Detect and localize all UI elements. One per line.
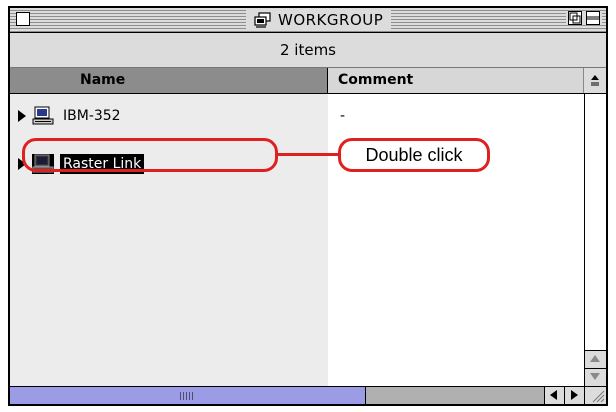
item-count-status: 2 items — [10, 33, 606, 68]
scroll-right-arrow-icon[interactable] — [564, 387, 584, 404]
computer-icon — [32, 106, 54, 125]
list-header: Name Comment — [10, 68, 606, 94]
horizontal-scroll-thumb[interactable] — [10, 387, 366, 404]
column-header-name[interactable]: Name — [10, 68, 328, 93]
list-item[interactable]: IBM-352 - — [10, 102, 584, 130]
window-title-text: WORKGROUP — [278, 11, 384, 29]
sort-direction-icon[interactable] — [584, 68, 606, 93]
close-box-icon[interactable] — [16, 12, 30, 26]
callout-connector — [278, 153, 340, 156]
scroll-grip-icon — [180, 392, 194, 400]
column-header-comment[interactable]: Comment — [328, 68, 584, 93]
finder-window: WORKGROUP 2 items Name Comment IBM-352 -… — [8, 6, 608, 406]
highlight-ring — [22, 138, 278, 172]
resize-grip-icon[interactable] — [584, 386, 606, 404]
scroll-left-arrow-icon[interactable] — [544, 387, 564, 404]
disclosure-triangle-icon[interactable] — [18, 110, 26, 122]
zoom-box-icon[interactable] — [568, 11, 582, 25]
vertical-scrollbar[interactable] — [584, 94, 606, 386]
window-title: WORKGROUP — [246, 10, 392, 30]
horizontal-scrollbar[interactable] — [10, 386, 584, 404]
workgroup-icon — [254, 12, 271, 28]
scroll-down-arrow-icon[interactable] — [585, 368, 606, 386]
title-bar[interactable]: WORKGROUP — [10, 8, 606, 33]
double-click-callout: Double click — [338, 138, 490, 172]
item-name[interactable]: IBM-352 — [60, 106, 124, 126]
collapse-box-icon[interactable] — [586, 11, 600, 25]
scroll-up-arrow-icon[interactable] — [585, 350, 606, 368]
item-comment: - — [340, 108, 346, 124]
